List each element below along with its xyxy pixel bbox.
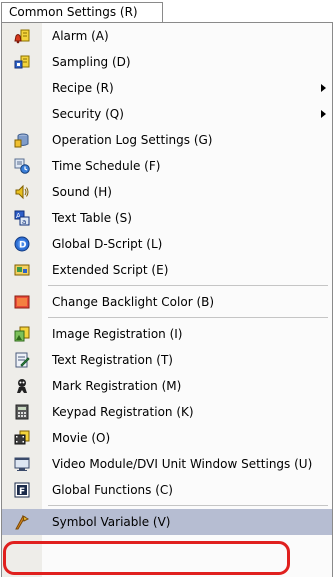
menu-item-label: Video Module/DVI Unit Window Settings (U… <box>52 457 313 471</box>
menu-item-label: Movie (O) <box>52 431 111 445</box>
image-registration-icon <box>14 326 30 342</box>
menu-title-common-settings[interactable]: Common Settings (R) <box>1 2 163 22</box>
text-registration-icon <box>14 352 30 368</box>
submenu-arrow-icon <box>321 84 326 92</box>
submenu-arrow-icon <box>321 110 326 118</box>
menu-item-label: Alarm (A) <box>52 29 109 43</box>
menu-item-video-module-dvi-unit-window-settings[interactable]: Video Module/DVI Unit Window Settings (U… <box>2 451 332 477</box>
menu-item-text-registration[interactable]: Text Registration (T) <box>2 347 332 373</box>
svg-text:D: D <box>19 241 26 251</box>
menu-item-label: Mark Registration (M) <box>52 379 182 393</box>
video-window-icon <box>14 456 30 472</box>
menu-item-sampling[interactable]: Sampling (D) <box>2 49 332 75</box>
menu-item-recipe[interactable]: Recipe (R) <box>2 75 332 101</box>
menu-item-extended-script[interactable]: Extended Script (E) <box>2 257 332 283</box>
menu-item-keypad-registration[interactable]: Keypad Registration (K) <box>2 399 332 425</box>
menu-item-label: Change Backlight Color (B) <box>52 295 215 309</box>
menu-item-text-table[interactable]: Aa Text Table (S) <box>2 205 332 231</box>
menu-item-label: Operation Log Settings (G) <box>52 133 213 147</box>
menu-item-label: Global Functions (C) <box>52 483 173 497</box>
keypad-registration-icon <box>14 404 30 420</box>
operation-log-icon <box>14 132 30 148</box>
callout-highlight-outline <box>3 541 290 575</box>
backlight-color-icon <box>14 294 30 310</box>
common-settings-dropdown-menu: Alarm (A) Sampling (D) Recipe (R) Securi… <box>1 22 333 577</box>
movie-icon <box>14 430 30 446</box>
menu-item-label: Image Registration (I) <box>52 327 183 341</box>
menu-item-label: Security (Q) <box>52 107 124 121</box>
sampling-icon <box>14 54 30 70</box>
svg-text:a: a <box>22 218 26 226</box>
extended-script-icon <box>14 262 30 278</box>
menu-item-label: Sound (H) <box>52 185 112 199</box>
symbol-variable-icon <box>14 514 30 530</box>
menu-item-label: Recipe (R) <box>52 81 114 95</box>
menu-item-security[interactable]: Security (Q) <box>2 101 332 127</box>
menu-item-label: Extended Script (E) <box>52 263 169 277</box>
mark-registration-icon <box>14 378 30 394</box>
menu-item-change-backlight-color[interactable]: Change Backlight Color (B) <box>2 289 332 315</box>
menu-item-global-functions[interactable]: F Global Functions (C) <box>2 477 332 503</box>
time-schedule-icon <box>14 158 30 174</box>
menu-item-label: Symbol Variable (V) <box>52 515 171 529</box>
text-table-icon: Aa <box>14 210 30 226</box>
menu-item-movie[interactable]: Movie (O) <box>2 425 332 451</box>
menu-item-label: Global D-Script (L) <box>52 237 163 251</box>
menu-item-global-d-script[interactable]: D Global D-Script (L) <box>2 231 332 257</box>
menu-item-time-schedule[interactable]: Time Schedule (F) <box>2 153 332 179</box>
menu-bar: Common Settings (R) <box>0 0 335 22</box>
menu-item-operation-log-settings[interactable]: Operation Log Settings (G) <box>2 127 332 153</box>
menu-item-mark-registration[interactable]: Mark Registration (M) <box>2 373 332 399</box>
menu-item-label: Keypad Registration (K) <box>52 405 194 419</box>
alarm-bell-icon <box>14 28 30 44</box>
menu-item-alarm[interactable]: Alarm (A) <box>2 23 332 49</box>
menu-item-symbol-variable[interactable]: Symbol Variable (V) <box>2 509 332 535</box>
global-dscript-icon: D <box>14 236 30 252</box>
menu-item-label: Time Schedule (F) <box>52 159 161 173</box>
sound-speaker-icon <box>14 184 30 200</box>
menu-item-label: Text Registration (T) <box>52 353 173 367</box>
menu-item-label: Sampling (D) <box>52 55 131 69</box>
global-functions-icon: F <box>14 482 30 498</box>
menu-item-label: Text Table (S) <box>52 211 132 225</box>
menu-item-sound[interactable]: Sound (H) <box>2 179 332 205</box>
menu-item-image-registration[interactable]: Image Registration (I) <box>2 321 332 347</box>
svg-text:F: F <box>19 487 25 497</box>
